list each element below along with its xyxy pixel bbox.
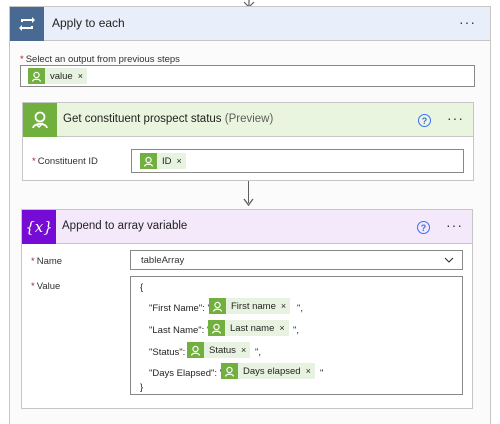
days-elapsed-token[interactable]: Days elapsed ×: [221, 363, 315, 379]
name-label: * Name: [31, 256, 63, 267]
person-check-icon: [221, 363, 238, 379]
apply-to-each-title: Apply to each: [52, 16, 125, 30]
remove-token-icon[interactable]: ×: [281, 301, 286, 311]
person-check-icon: [23, 103, 57, 137]
append-to-array-card: {x} Append to array variable ? ··· * Name…: [21, 209, 473, 409]
person-check-icon: [208, 320, 225, 336]
close-brace: }: [140, 382, 144, 393]
value-token[interactable]: value ×: [28, 68, 87, 84]
chevron-down-icon: [444, 257, 454, 263]
id-token[interactable]: ID ×: [140, 153, 186, 169]
get-constituent-title: Get constituent prospect status (Preview…: [63, 113, 274, 125]
remove-token-icon[interactable]: ×: [78, 71, 83, 81]
remove-token-icon[interactable]: ×: [279, 323, 284, 333]
constituent-more-options-ellipsis-icon[interactable]: ···: [447, 110, 464, 126]
apply-to-each-header[interactable]: Apply to each ···: [10, 7, 490, 41]
status-tail: ",: [255, 347, 262, 358]
status-token-label: Status: [209, 344, 236, 356]
append-more-options-ellipsis-icon[interactable]: ···: [446, 217, 463, 233]
remove-token-icon[interactable]: ×: [177, 156, 182, 166]
days-elapsed-tail: ": [320, 368, 324, 379]
status-token[interactable]: Status ×: [187, 342, 251, 358]
loop-icon: [10, 7, 44, 41]
first-name-token[interactable]: First name ×: [209, 298, 291, 314]
first-name-token-label: First name: [231, 300, 276, 312]
person-check-icon: [187, 342, 204, 358]
id-token-label: ID: [162, 155, 172, 167]
get-constituent-header[interactable]: Get constituent prospect status (Preview…: [23, 103, 473, 137]
person-check-icon: [28, 68, 45, 84]
first-name-tail: ",: [297, 303, 304, 314]
constituent-id-label: * Constituent ID: [32, 156, 98, 167]
value-token-label: value: [50, 70, 73, 82]
help-icon[interactable]: ?: [417, 221, 430, 234]
get-constituent-card: Get constituent prospect status (Preview…: [22, 102, 474, 181]
last-name-key: "Last Name": ": [149, 325, 211, 336]
status-key: "Status": ": [149, 347, 192, 358]
last-name-tail: ",: [293, 325, 300, 336]
append-to-array-header[interactable]: {x} Append to array variable ? ···: [22, 210, 472, 244]
last-name-token-label: Last name: [230, 322, 275, 334]
person-check-icon: [140, 153, 157, 169]
value-label: * Value: [31, 281, 61, 292]
open-brace: {: [140, 282, 144, 293]
flow-connector-arrow: [243, 198, 254, 207]
help-icon[interactable]: ?: [418, 114, 431, 127]
value-editor[interactable]: { "First Name": " First name × ", "Last …: [130, 276, 463, 395]
remove-token-icon[interactable]: ×: [306, 366, 311, 376]
name-dropdown-value: tableArray: [141, 255, 185, 266]
append-to-array-title: Append to array variable: [62, 220, 188, 232]
variable-braces-icon: {x}: [22, 210, 56, 244]
person-check-icon: [209, 298, 226, 314]
constituent-id-input[interactable]: ID ×: [131, 149, 464, 173]
days-elapsed-token-label: Days elapsed: [243, 365, 301, 377]
first-name-key: "First Name": ": [149, 303, 211, 314]
name-dropdown[interactable]: tableArray: [130, 250, 463, 270]
select-output-label: * Select an output from previous steps: [20, 54, 180, 65]
select-output-input[interactable]: value ×: [20, 65, 475, 87]
days-elapsed-key: "Days Elapsed": ": [149, 368, 224, 379]
remove-token-icon[interactable]: ×: [241, 345, 246, 355]
last-name-token[interactable]: Last name ×: [208, 320, 289, 336]
loop-more-options-ellipsis-icon[interactable]: ···: [459, 14, 476, 30]
